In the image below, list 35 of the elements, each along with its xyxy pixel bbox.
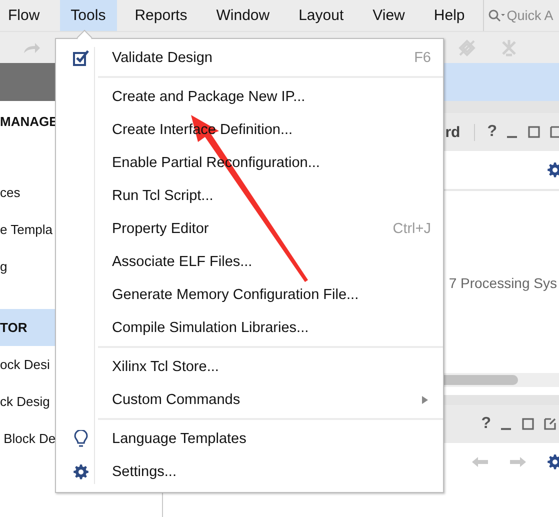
lightbulb-icon xyxy=(74,430,88,448)
settings-icon xyxy=(73,464,89,480)
menu-item[interactable]: Create and Package New IP... xyxy=(56,80,443,113)
menu-item[interactable]: Compile Simulation Libraries... xyxy=(56,311,443,344)
settings-icon[interactable] xyxy=(547,162,559,178)
menu-bar-item[interactable]: Tools xyxy=(60,0,117,31)
menu-bar-item[interactable]: Flow xyxy=(0,0,51,31)
menu-bar-item[interactable]: Help xyxy=(422,0,476,31)
help-button[interactable]: ? xyxy=(481,415,491,433)
shortcut-text: Ctrl+J xyxy=(392,220,431,236)
diagram-label: 7 Processing Sys xyxy=(448,275,557,291)
menu-item[interactable]: Property Editor Ctrl+J xyxy=(56,212,443,245)
settings-icon[interactable] xyxy=(547,454,559,470)
menu-item[interactable]: Generate Memory Configuration File... xyxy=(56,278,443,311)
menu-item[interactable]: Associate ELF Files... xyxy=(56,245,443,278)
quick-access-field[interactable]: Quick A xyxy=(506,8,559,23)
panel-tab[interactable]: rd xyxy=(445,124,476,140)
menu-item[interactable]: Custom Commands xyxy=(56,383,443,416)
float-icon[interactable] xyxy=(543,417,557,431)
menu-item[interactable]: Run Tcl Script... xyxy=(56,179,443,212)
help-button[interactable]: ? xyxy=(487,123,497,141)
menu-item[interactable]: Xilinx Tcl Store... xyxy=(56,350,443,383)
menu-item[interactable]: Language Templates xyxy=(56,422,443,455)
search-icon xyxy=(488,8,506,22)
menu-bar-item[interactable]: View xyxy=(362,0,416,31)
maximize-icon[interactable] xyxy=(521,417,535,431)
maximize-icon[interactable] xyxy=(527,125,541,139)
menu-bar-item[interactable]: Window xyxy=(205,0,281,31)
menu-item[interactable]: Settings... xyxy=(56,455,443,488)
float-icon[interactable] xyxy=(549,125,559,139)
menu-item[interactable]: Validate Design F6 xyxy=(56,41,443,74)
shortcut-text: F6 xyxy=(414,50,431,66)
checkbox-icon xyxy=(72,48,90,66)
menu-bar-item[interactable]: Layout xyxy=(288,0,355,31)
menu-bar-item[interactable]: Reports xyxy=(124,0,198,31)
